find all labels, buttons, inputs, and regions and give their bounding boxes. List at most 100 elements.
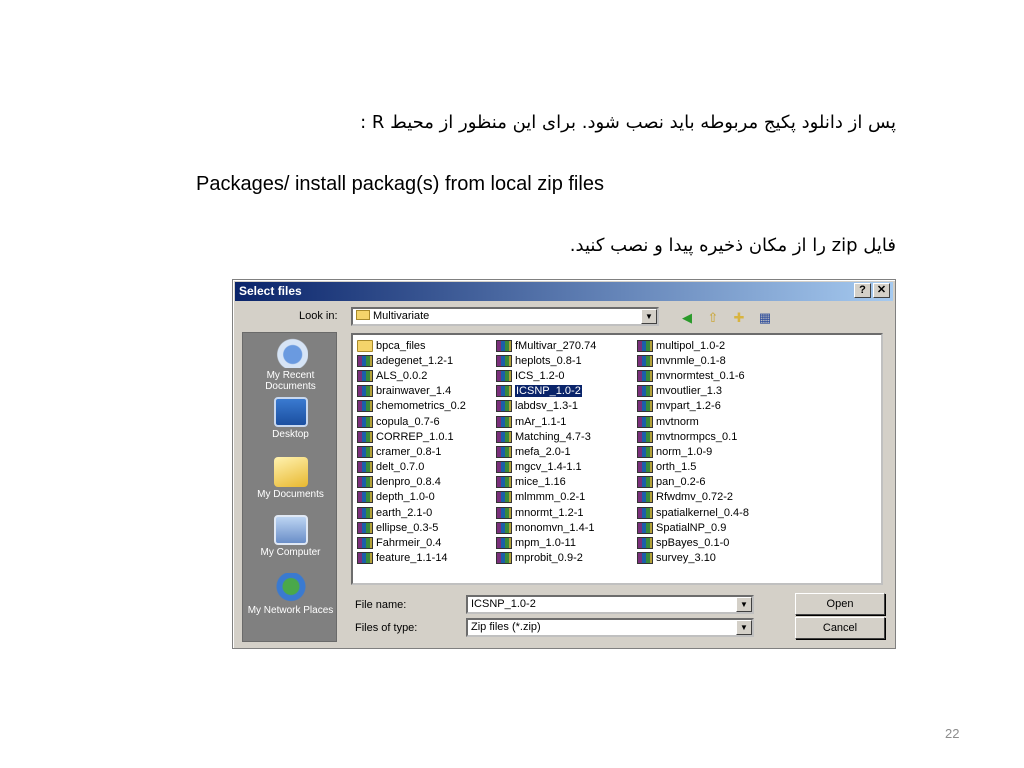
file-list-item[interactable]: chemometrics_0.2 [357, 399, 466, 414]
zip-archive-icon [496, 385, 512, 398]
folder-icon [357, 339, 373, 352]
places-bar: My Recent Documents Desktop My Documents… [242, 332, 337, 642]
file-list-item[interactable]: norm_1.0-9 [637, 444, 749, 459]
file-list-item[interactable]: depth_1.0-0 [357, 490, 466, 505]
file-list-item[interactable]: spBayes_0.1-0 [637, 535, 749, 550]
chevron-down-icon[interactable]: ▼ [736, 620, 752, 635]
place-my-network-places[interactable]: My Network Places [243, 573, 338, 616]
file-list-item[interactable]: mgcv_1.4-1.1 [496, 460, 596, 475]
file-list-item[interactable]: cramer_0.8-1 [357, 444, 466, 459]
file-name-text: bpca_files [376, 339, 426, 352]
file-list-item[interactable]: feature_1.1-14 [357, 551, 466, 566]
file-name-text: mprobit_0.9-2 [515, 552, 583, 565]
zip-archive-icon [357, 521, 373, 534]
file-list-item[interactable]: denpro_0.8.4 [357, 475, 466, 490]
file-name-text: mlmmm_0.2-1 [515, 491, 586, 504]
file-list-item[interactable]: fMultivar_270.74 [496, 338, 596, 353]
file-list-item[interactable]: mvtnormpcs_0.1 [637, 429, 749, 444]
zip-archive-icon [637, 461, 653, 474]
zip-archive-icon [357, 400, 373, 413]
zip-archive-icon [357, 461, 373, 474]
zip-archive-icon [357, 476, 373, 489]
file-name-input[interactable]: ICSNP_1.0-2 ▼ [466, 595, 754, 614]
place-my-documents[interactable]: My Documents [243, 457, 338, 500]
file-list-item[interactable]: mprobit_0.9-2 [496, 551, 596, 566]
cancel-button[interactable]: Cancel [795, 617, 885, 639]
file-column-3: multipol_1.0-2 mvnmle_0.1-8 mvnormtest_0.1… [637, 338, 749, 566]
file-list-item[interactable]: brainwaver_1.4 [357, 384, 466, 399]
file-list-item[interactable]: delt_0.7.0 [357, 460, 466, 475]
file-list-item[interactable]: mefa_2.0-1 [496, 444, 596, 459]
file-name-text: norm_1.0-9 [656, 445, 713, 458]
file-list-item[interactable]: mnormt_1.2-1 [496, 505, 596, 520]
file-name-label: File name: [355, 599, 407, 611]
file-list-item[interactable]: monomvn_1.4-1 [496, 520, 596, 535]
open-button[interactable]: Open [795, 593, 885, 615]
file-type-dropdown[interactable]: Zip files (*.zip) ▼ [466, 618, 754, 637]
zip-archive-icon [637, 552, 653, 565]
file-list-item[interactable]: mvpart_1.2-6 [637, 399, 749, 414]
new-folder-icon[interactable]: ✚ [729, 309, 749, 327]
file-list-item[interactable]: ICS_1.2-0 [496, 368, 596, 383]
up-folder-icon[interactable]: ⇧ [703, 309, 723, 327]
file-list-item[interactable]: mvtnorm [637, 414, 749, 429]
file-list[interactable]: bpca_files adegenet_1.2-1 ALS_0.0.2 brainwa… [351, 333, 883, 585]
file-list-item[interactable]: labdsv_1.3-1 [496, 399, 596, 414]
back-icon[interactable]: ◀ [677, 309, 697, 327]
help-button[interactable]: ? [854, 283, 871, 298]
file-name-text: SpatialNP_0.9 [656, 521, 727, 534]
file-name-text: denpro_0.8.4 [376, 476, 441, 489]
file-name-text: mvtnormpcs_0.1 [656, 430, 738, 443]
instruction-menu-path: Packages/ install packag(s) from local z… [196, 173, 604, 195]
file-list-item[interactable]: mvoutlier_1.3 [637, 384, 749, 399]
place-desktop[interactable]: Desktop [243, 397, 338, 440]
file-name-text: mAr_1.1-1 [515, 415, 567, 428]
chevron-down-icon[interactable]: ▼ [641, 309, 657, 324]
file-list-item[interactable]: pan_0.2-6 [637, 475, 749, 490]
file-list-item[interactable]: multipol_1.0-2 [637, 338, 749, 353]
file-list-item[interactable]: adegenet_1.2-1 [357, 353, 466, 368]
zip-archive-icon [357, 491, 373, 504]
file-name-text: mvpart_1.2-6 [656, 400, 721, 413]
file-name-text: earth_2.1-0 [376, 506, 433, 519]
file-list-item[interactable]: ICSNP_1.0-2 [496, 384, 596, 399]
file-list-item[interactable]: copula_0.7-6 [357, 414, 466, 429]
zip-archive-icon [357, 415, 373, 428]
file-name-text: chemometrics_0.2 [376, 400, 466, 413]
file-list-item[interactable]: mAr_1.1-1 [496, 414, 596, 429]
zip-archive-icon [637, 339, 653, 352]
zip-archive-icon [496, 552, 512, 565]
file-name-text: heplots_0.8-1 [515, 354, 582, 367]
file-list-item[interactable]: mlmmm_0.2-1 [496, 490, 596, 505]
file-list-item[interactable]: Matching_4.7-3 [496, 429, 596, 444]
file-list-item[interactable]: mvnmle_0.1-8 [637, 353, 749, 368]
place-my-recent-documents[interactable]: My Recent Documents [243, 338, 338, 392]
file-name-text: fMultivar_270.74 [515, 339, 597, 352]
place-my-computer[interactable]: My Computer [243, 515, 338, 558]
file-list-item[interactable]: Fahrmeir_0.4 [357, 535, 466, 550]
file-name-text: mpm_1.0-11 [515, 537, 576, 550]
file-list-item[interactable]: ALS_0.0.2 [357, 368, 466, 383]
page-number: 22 [945, 726, 960, 741]
file-list-item[interactable]: CORREP_1.0.1 [357, 429, 466, 444]
file-list-item[interactable]: orth_1.5 [637, 460, 749, 475]
file-list-item[interactable]: bpca_files [357, 338, 466, 353]
file-list-item[interactable]: mice_1.16 [496, 475, 596, 490]
file-list-item[interactable]: mvnormtest_0.1-6 [637, 368, 749, 383]
zip-archive-icon [357, 430, 373, 443]
file-list-item[interactable]: survey_3.10 [637, 551, 749, 566]
file-list-item[interactable]: earth_2.1-0 [357, 505, 466, 520]
file-list-item[interactable]: heplots_0.8-1 [496, 353, 596, 368]
view-menu-icon[interactable]: ▦ [755, 309, 775, 327]
close-button[interactable]: ✕ [873, 283, 890, 298]
zip-archive-icon [357, 506, 373, 519]
file-list-item[interactable]: Rfwdmv_0.72-2 [637, 490, 749, 505]
chevron-down-icon[interactable]: ▼ [736, 597, 752, 612]
file-list-item[interactable]: SpatialNP_0.9 [637, 520, 749, 535]
file-list-item[interactable]: mpm_1.0-11 [496, 535, 596, 550]
file-list-item[interactable]: spatialkernel_0.4-8 [637, 505, 749, 520]
file-list-item[interactable]: ellipse_0.3-5 [357, 520, 466, 535]
zip-archive-icon [357, 385, 373, 398]
zip-archive-icon [496, 369, 512, 382]
look-in-dropdown[interactable]: Multivariate ▼ [351, 307, 659, 326]
